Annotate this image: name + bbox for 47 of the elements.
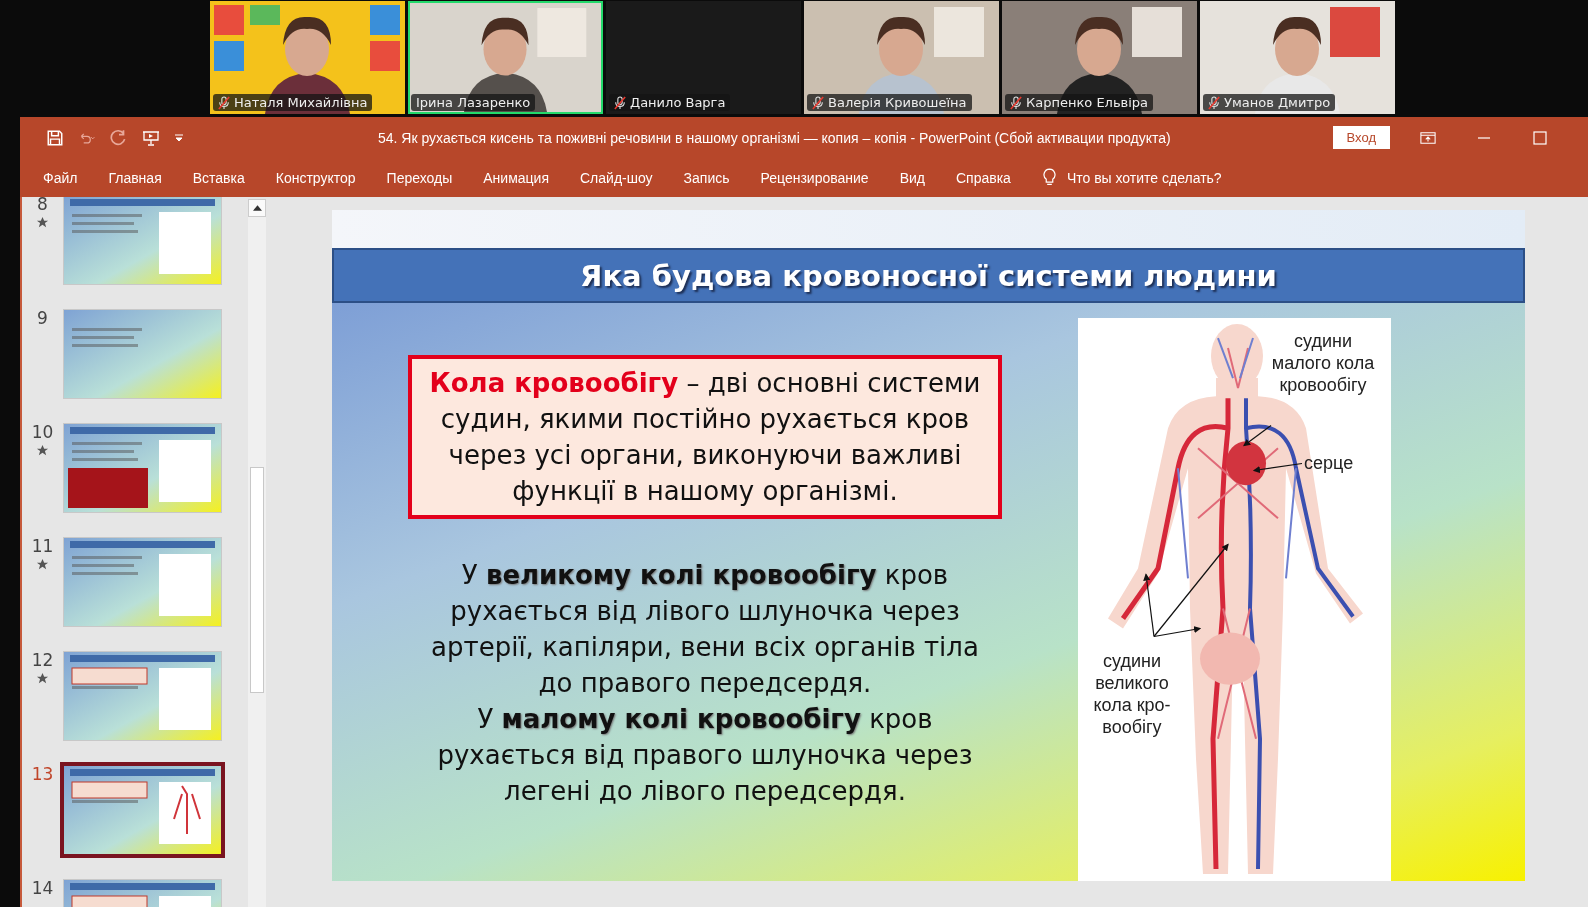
slide-paragraph: У малому колі кровообігу кров рухається від правого шлуночка через легені до лівого передсердя.: [436, 703, 974, 808]
ribbon-tab[interactable]: Конструктор: [260, 165, 371, 190]
window-title: 54. Як рухається кисень та поживні речовини в нашому організмі — копия – копія - PowerPoint (Сбой активации продукта): [378, 129, 1172, 146]
slide-paragraph: У великому колі кровообігу кров рухається від лівого шлуночка через артерії, капіляри, вени всіх органів тіла до правого передсердя.: [430, 559, 980, 700]
leader-line: [1252, 462, 1303, 474]
ribbon-tab[interactable]: Переходы: [371, 165, 468, 190]
slide-number: 8: [37, 197, 48, 213]
scrollbar-thumb[interactable]: [250, 467, 264, 693]
slide-number: 9: [37, 309, 48, 327]
figure-label: судини великого кола кро-вообігу: [1092, 650, 1172, 738]
slide-number: 13: [31, 765, 54, 783]
definition-text: Кола кровообігу – дві основні системи судин, якими постійно рухається кров через усі органи, виконуючи важливі функції в нашому організмі.: [429, 368, 981, 506]
save-icon[interactable]: [46, 128, 64, 147]
participant-name: Карпенко Ельвіра: [1026, 95, 1149, 110]
ribbon-display-icon[interactable]: [1420, 129, 1436, 146]
redo-icon[interactable]: [110, 128, 128, 147]
ribbon-tab[interactable]: Запись: [668, 165, 745, 190]
figure-label: судини малого кола кровообігу: [1270, 330, 1376, 396]
slide-number: 12: [31, 651, 54, 669]
ribbon-tab[interactable]: Анимация: [468, 165, 564, 190]
slide-number: 11: [31, 537, 54, 555]
maximize-icon[interactable]: [1532, 129, 1548, 146]
participant-name: Данило Варга: [630, 95, 726, 110]
ribbon-tab[interactable]: Слайд-шоу: [565, 165, 668, 190]
participant-name: Наталя Михайлівна: [234, 95, 368, 110]
slide-title: Яка будова кровоносної системи людини: [580, 258, 1277, 293]
ribbon-tab[interactable]: Главная: [93, 165, 177, 190]
participant-name: Валерія Кривошеїна: [828, 95, 967, 110]
presentation-icon[interactable]: [142, 128, 160, 147]
ribbon-tab[interactable]: Файл: [28, 165, 93, 190]
slide-thumbnail[interactable]: [60, 762, 225, 858]
slide-number: 10: [31, 423, 54, 441]
ribbon-tab[interactable]: Вид: [884, 165, 940, 190]
scroll-up-button[interactable]: [248, 199, 266, 217]
slide-number: 14: [31, 879, 54, 897]
sign-in-button[interactable]: Вход: [1332, 126, 1390, 149]
ribbon-tab[interactable]: Рецензирование: [745, 165, 884, 190]
participant-name: Уманов Дмитро: [1224, 95, 1331, 110]
tell-me-field[interactable]: Что вы хотите сделать?: [1066, 169, 1222, 186]
caret-icon[interactable]: [174, 132, 184, 143]
ribbon-tab[interactable]: Вставка: [177, 165, 260, 190]
leader-line: [1243, 424, 1272, 447]
figure-label: серце: [1304, 452, 1354, 474]
lightbulb-icon[interactable]: [1042, 168, 1056, 187]
triangle-up-icon: [252, 205, 262, 211]
ribbon-tab[interactable]: Справка: [940, 165, 1026, 190]
participant-name: Ірина Лазаренко: [416, 95, 531, 110]
